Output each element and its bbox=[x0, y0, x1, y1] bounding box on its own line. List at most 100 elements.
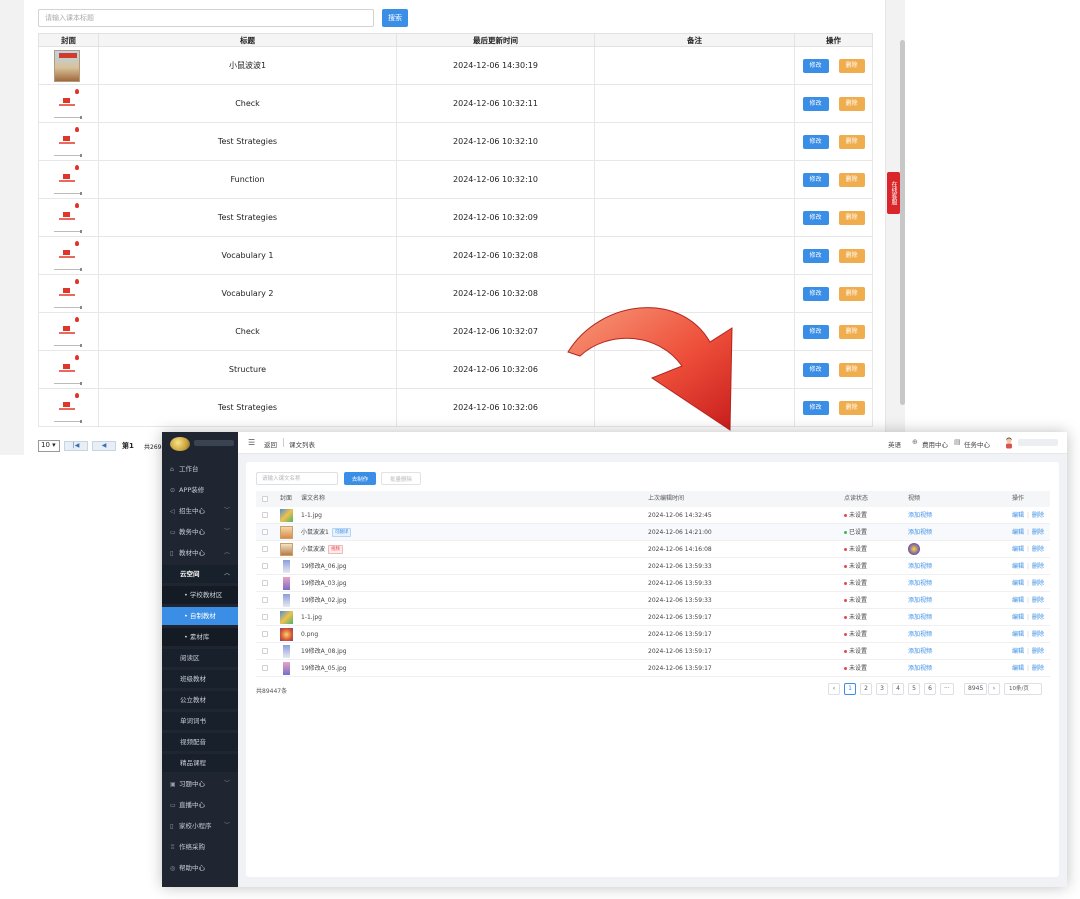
back-link[interactable]: 返回 bbox=[264, 439, 277, 449]
edit-link[interactable]: 编辑 bbox=[1012, 643, 1024, 660]
edit-link[interactable]: 编辑 bbox=[1012, 541, 1024, 558]
old-edit-button[interactable]: 修改 bbox=[802, 96, 829, 111]
old-delete-button[interactable]: 删除 bbox=[838, 96, 865, 111]
task-center-link[interactable]: 任务中心 bbox=[964, 439, 990, 449]
sidebar-item[interactable]: ▣ 习题中心 ﹀ bbox=[162, 775, 238, 793]
page-button-3[interactable]: 3 bbox=[876, 683, 888, 695]
select-all-checkbox[interactable] bbox=[262, 496, 268, 502]
lesson-name[interactable]: 19修改A_05.jpg bbox=[301, 665, 347, 672]
lesson-name[interactable]: 19修改A_03.jpg bbox=[301, 580, 347, 587]
edit-link[interactable]: 编辑 bbox=[1012, 524, 1024, 541]
sidebar-item[interactable]: ▭ 教务中心 ﹀ bbox=[162, 523, 238, 541]
cover-doc-thumbnail[interactable] bbox=[53, 126, 83, 158]
cover-doc-thumbnail[interactable] bbox=[53, 354, 83, 386]
lesson-thumbnail[interactable] bbox=[280, 526, 293, 539]
delete-link[interactable]: 删除 bbox=[1032, 558, 1044, 575]
cover-doc-thumbnail[interactable] bbox=[53, 164, 83, 196]
row-checkbox[interactable] bbox=[262, 546, 268, 552]
add-video-link[interactable]: 添加视频 bbox=[908, 507, 932, 524]
edit-link[interactable]: 编辑 bbox=[1012, 507, 1024, 524]
add-video-link[interactable]: 添加视频 bbox=[908, 558, 932, 575]
row-checkbox[interactable] bbox=[262, 580, 268, 586]
old-edit-button[interactable]: 修改 bbox=[802, 400, 829, 415]
row-checkbox[interactable] bbox=[262, 563, 268, 569]
edit-link[interactable]: 编辑 bbox=[1012, 626, 1024, 643]
sidebar-leaf-item[interactable]: 单词词书 bbox=[162, 712, 238, 730]
old-prev-page-button[interactable]: ◀ bbox=[92, 441, 116, 451]
row-checkbox[interactable] bbox=[262, 529, 268, 535]
lesson-name[interactable]: 19修改A_02.jpg bbox=[301, 597, 347, 604]
lesson-thumbnail[interactable] bbox=[283, 594, 290, 607]
language-subject-switch[interactable]: 英语 bbox=[888, 439, 901, 449]
delete-link[interactable]: 删除 bbox=[1032, 575, 1044, 592]
sidebar-item[interactable]: ◁ 招生中心 ﹀ bbox=[162, 502, 238, 520]
edit-link[interactable]: 编辑 bbox=[1012, 592, 1024, 609]
old-edit-button[interactable]: 修改 bbox=[802, 324, 829, 339]
row-checkbox[interactable] bbox=[262, 631, 268, 637]
lesson-name[interactable]: 19修改A_06.jpg bbox=[301, 563, 347, 570]
old-search-input[interactable] bbox=[38, 9, 374, 27]
add-video-link[interactable]: 添加视频 bbox=[908, 609, 932, 626]
page-button-6[interactable]: 6 bbox=[924, 683, 936, 695]
sidebar-item[interactable]: ⌂ 工作台 bbox=[162, 460, 238, 478]
old-delete-button[interactable]: 删除 bbox=[838, 362, 865, 377]
old-scrollbar[interactable] bbox=[900, 40, 905, 405]
old-edit-button[interactable]: 修改 bbox=[802, 248, 829, 263]
create-lesson-button[interactable]: 去制作 bbox=[344, 472, 376, 485]
old-edit-button[interactable]: 修改 bbox=[802, 362, 829, 377]
lesson-name[interactable]: 小鼠波波 bbox=[301, 546, 325, 553]
old-edit-button[interactable]: 修改 bbox=[802, 134, 829, 149]
row-checkbox[interactable] bbox=[262, 665, 268, 671]
old-delete-button[interactable]: 删除 bbox=[838, 324, 865, 339]
sidebar-leaf-item[interactable]: 阅读区 bbox=[162, 649, 238, 667]
lesson-name[interactable]: 0.png bbox=[301, 631, 318, 638]
add-video-link[interactable]: 添加视频 bbox=[908, 660, 932, 677]
old-page-size-select[interactable]: 10 ▾ bbox=[38, 440, 60, 452]
lesson-thumbnail[interactable] bbox=[283, 645, 290, 658]
old-delete-button[interactable]: 删除 bbox=[838, 286, 865, 301]
sidebar-item[interactable]: ♖ 作络采购 bbox=[162, 838, 238, 856]
delete-link[interactable]: 删除 bbox=[1032, 626, 1044, 643]
lesson-search-input[interactable] bbox=[256, 472, 338, 485]
page-button-1[interactable]: 1 bbox=[844, 683, 856, 695]
row-checkbox[interactable] bbox=[262, 648, 268, 654]
sidebar-item[interactable]: ▯ 教材中心 ︿ bbox=[162, 544, 238, 562]
cover-doc-thumbnail[interactable] bbox=[53, 88, 83, 120]
old-edit-button[interactable]: 修改 bbox=[802, 172, 829, 187]
old-first-page-button[interactable]: |◀ bbox=[64, 441, 88, 451]
cover-doc-thumbnail[interactable] bbox=[53, 392, 83, 424]
delete-link[interactable]: 删除 bbox=[1032, 592, 1044, 609]
add-video-link[interactable]: 添加视频 bbox=[908, 524, 932, 541]
fee-center-link[interactable]: 费用中心 bbox=[922, 439, 948, 449]
delete-link[interactable]: 删除 bbox=[1032, 541, 1044, 558]
cover-doc-thumbnail[interactable] bbox=[53, 202, 83, 234]
delete-link[interactable]: 删除 bbox=[1032, 660, 1044, 677]
cover-doc-thumbnail[interactable] bbox=[53, 316, 83, 348]
page-button-2[interactable]: 2 bbox=[860, 683, 872, 695]
sidebar-leaf-item[interactable]: 班级教材 bbox=[162, 670, 238, 688]
sidebar-subitem[interactable]: • 自制教材 bbox=[162, 607, 238, 625]
video-thumbnail[interactable] bbox=[908, 543, 920, 555]
edit-link[interactable]: 编辑 bbox=[1012, 558, 1024, 575]
lesson-thumbnail[interactable] bbox=[283, 662, 290, 675]
lesson-thumbnail[interactable] bbox=[280, 628, 293, 641]
delete-link[interactable]: 删除 bbox=[1032, 507, 1044, 524]
page-button-4[interactable]: 4 bbox=[892, 683, 904, 695]
edit-link[interactable]: 编辑 bbox=[1012, 609, 1024, 626]
delete-link[interactable]: 删除 bbox=[1032, 643, 1044, 660]
edit-link[interactable]: 编辑 bbox=[1012, 575, 1024, 592]
menu-toggle-icon[interactable]: ☰ bbox=[248, 438, 255, 447]
old-delete-button[interactable]: 删除 bbox=[838, 134, 865, 149]
sidebar-leaf-item[interactable]: 精品课程 bbox=[162, 754, 238, 772]
old-edit-button[interactable]: 修改 bbox=[802, 286, 829, 301]
lesson-thumbnail[interactable] bbox=[280, 509, 293, 522]
lesson-thumbnail[interactable] bbox=[280, 543, 293, 556]
sidebar-subitem[interactable]: • 学校教材区 bbox=[162, 586, 238, 604]
lesson-name[interactable]: 19修改A_08.jpg bbox=[301, 648, 347, 655]
prev-page-button[interactable]: ‹ bbox=[828, 683, 840, 695]
lesson-name[interactable]: 小鼠波波1 bbox=[301, 529, 329, 536]
page-button-···[interactable]: ··· bbox=[940, 683, 954, 695]
avatar[interactable] bbox=[1004, 437, 1014, 449]
old-delete-button[interactable]: 删除 bbox=[838, 400, 865, 415]
lesson-name[interactable]: 1-1.jpg bbox=[301, 614, 322, 621]
